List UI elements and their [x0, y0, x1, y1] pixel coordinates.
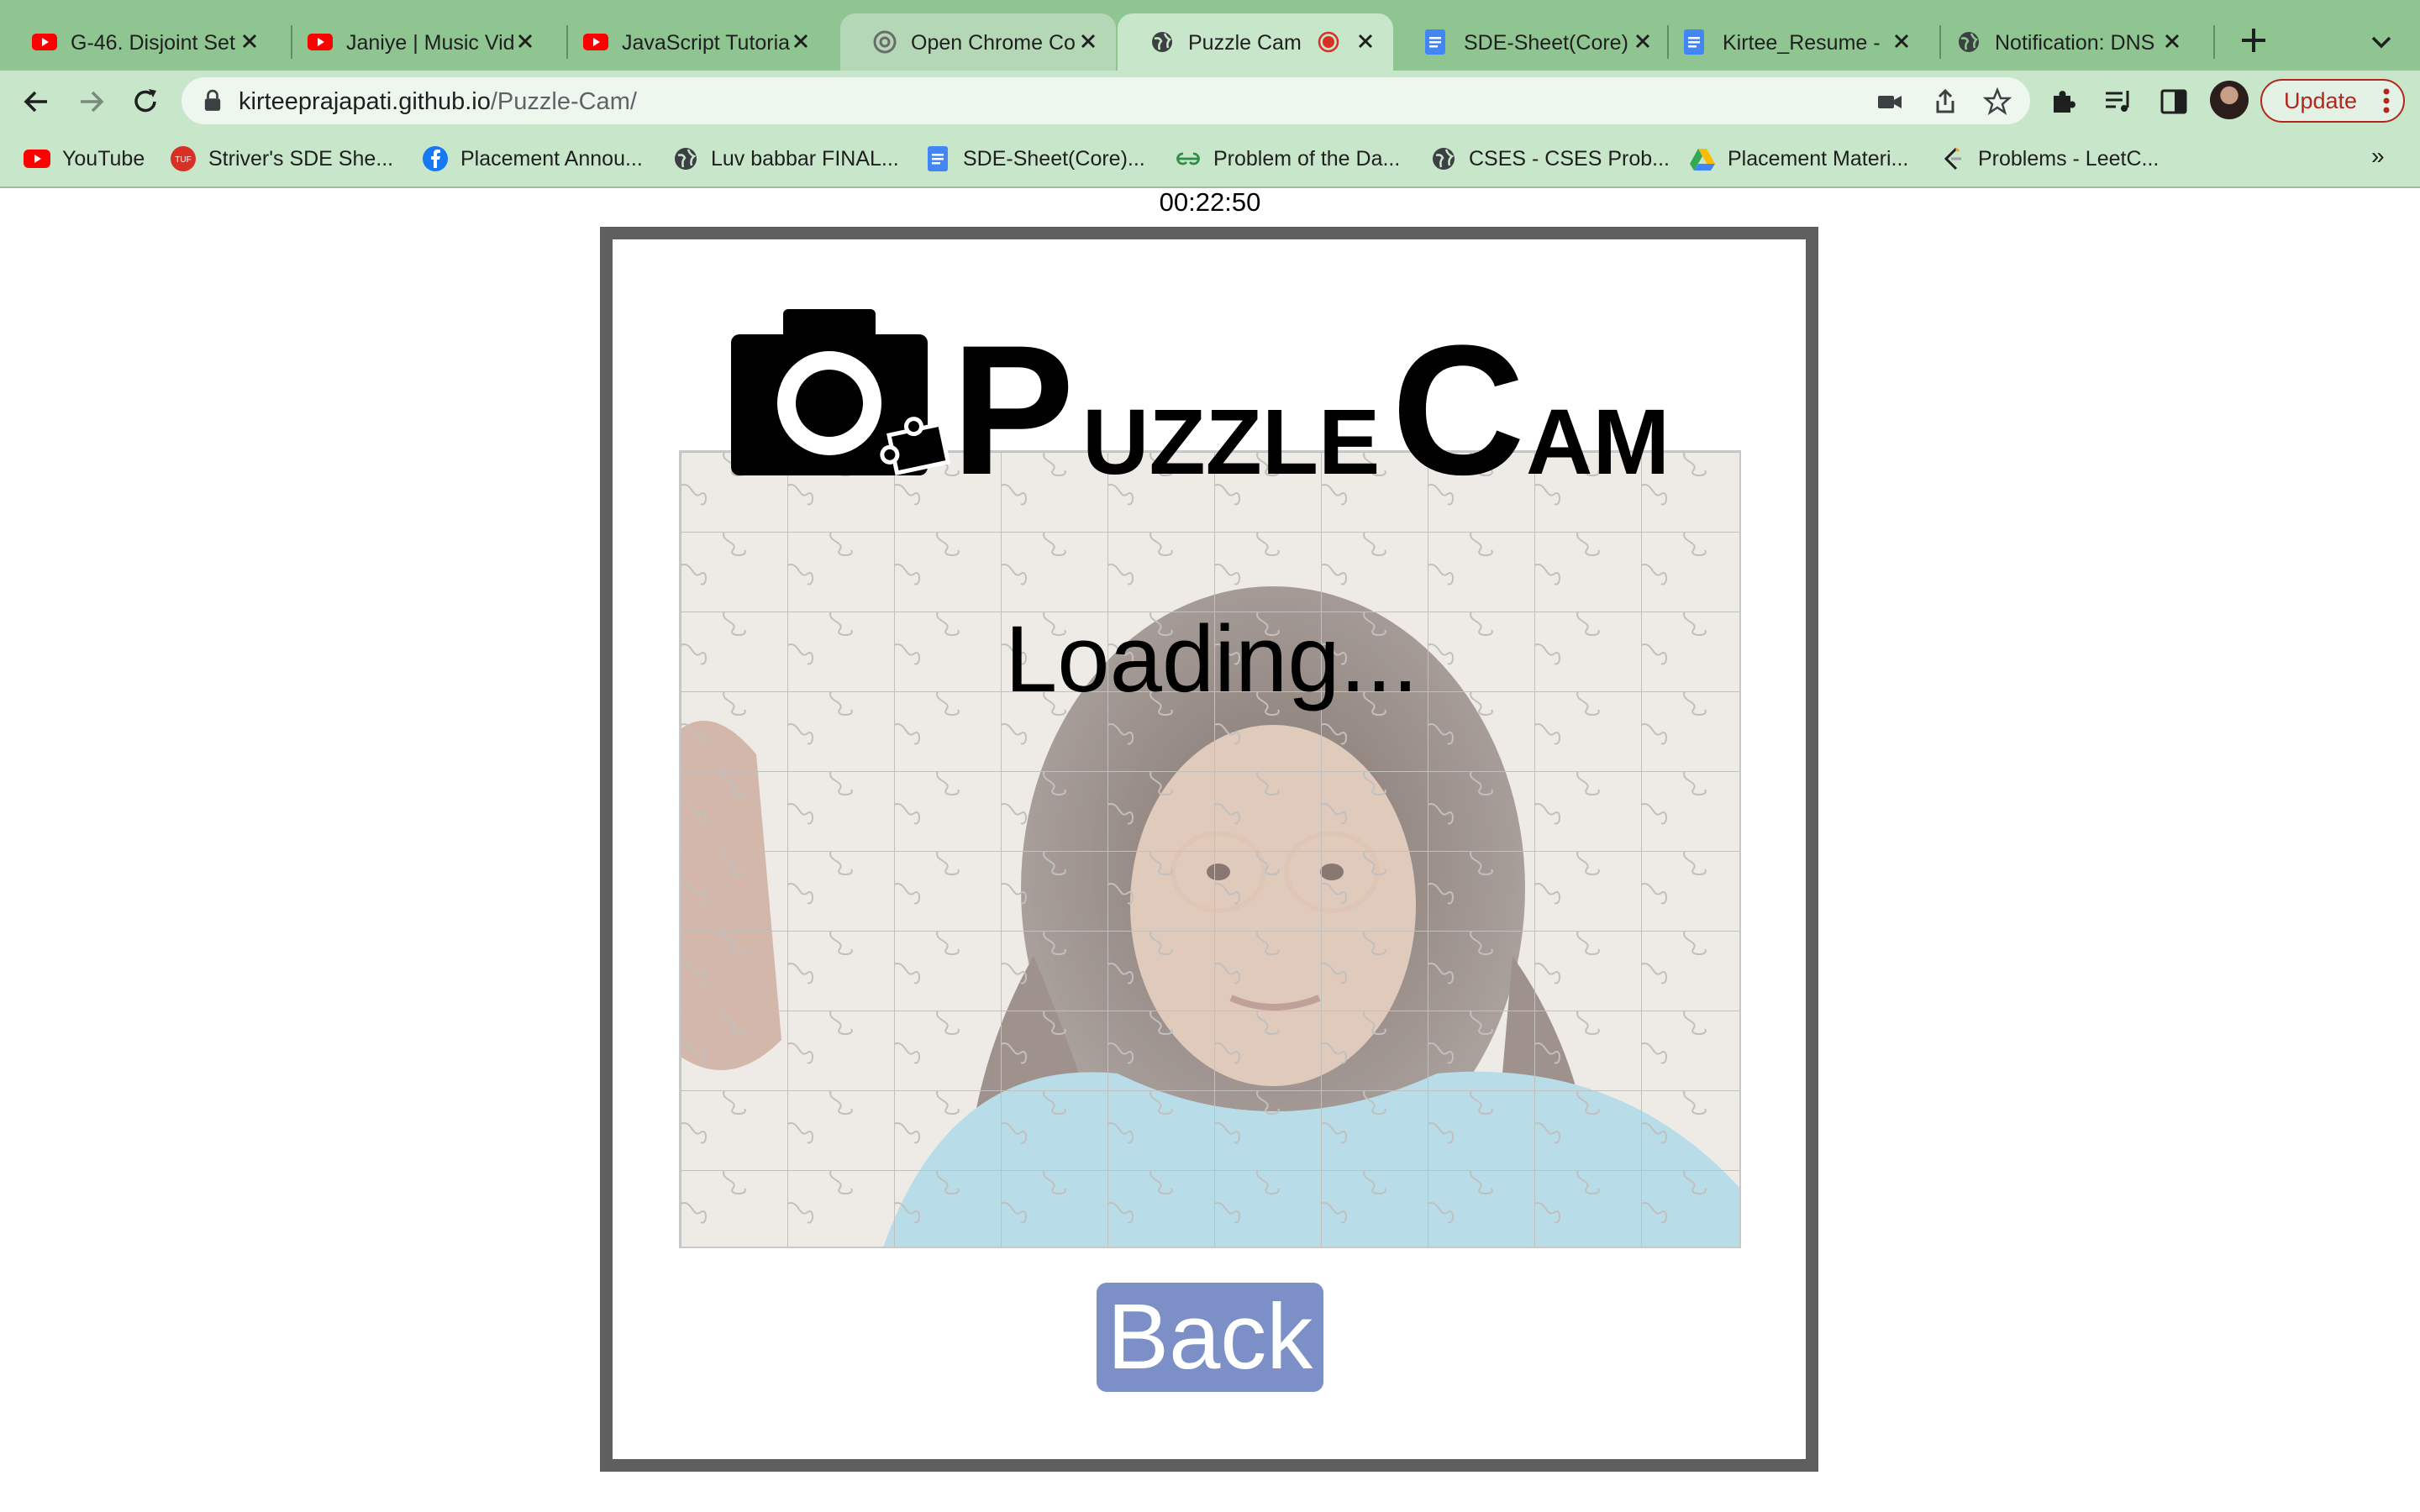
tab-disjoint-set[interactable]: G-46. Disjoint Set [0, 13, 277, 71]
puzzlecam-logo: P UZZLE C AM [731, 307, 1689, 513]
youtube-icon [308, 34, 333, 50]
globe-icon [1433, 148, 1455, 170]
update-label: Update [2284, 88, 2358, 113]
logo-text-uzzle: UZZLE [1082, 391, 1380, 494]
tab-javascript-tutorial[interactable]: JavaScript Tutoria [551, 13, 829, 71]
close-icon[interactable] [1353, 29, 1378, 54]
globe-icon [1959, 32, 1979, 52]
tab-title: Puzzle Cam [1188, 31, 1302, 55]
close-icon[interactable] [237, 29, 262, 54]
recording-icon [1318, 31, 1339, 53]
tab-janiye[interactable]: Janiye | Music Vid [276, 13, 553, 71]
docs-icon [1684, 29, 1704, 55]
extensions-icon[interactable] [2047, 86, 2079, 118]
tab-sde-sheet[interactable]: SDE-Sheet(Core) [1393, 13, 1670, 71]
side-panel-icon[interactable] [2158, 86, 2190, 118]
close-icon[interactable] [513, 29, 538, 54]
openai-icon [873, 30, 897, 54]
svg-text:TUF: TUF [175, 155, 191, 165]
youtube-icon [583, 34, 608, 50]
bookmarks-bar: YouTube TUF Striver's SDE She... Placeme… [0, 131, 2420, 188]
bookmark-luv-babbar[interactable]: Luv babbar FINAL... [672, 143, 899, 175]
star-icon[interactable] [1983, 87, 2012, 116]
puzzle-image [681, 452, 1739, 1247]
close-icon[interactable] [788, 29, 813, 54]
bookmark-placement-announcements[interactable]: Placement Annou... [422, 143, 643, 175]
camera-logo-icon: P UZZLE C AM [731, 307, 1670, 513]
profile-avatar[interactable] [2210, 81, 2249, 119]
back-button[interactable]: Back [1097, 1283, 1323, 1392]
share-icon[interactable] [1931, 87, 1960, 116]
address-bar[interactable]: kirteeprajapati.github.io/Puzzle-Cam/ [182, 77, 2030, 124]
bookmark-placement-material[interactable]: Placement Materi... [1689, 143, 1908, 175]
tab-title: Kirtee_Resume - [1723, 31, 1881, 55]
tab-title: Notification: DNS [1995, 31, 2155, 55]
bookmark-label: Placement Materi... [1728, 146, 1909, 171]
bookmark-label: CSES - CSES Prob... [1469, 146, 1670, 171]
forward-arrow-icon[interactable] [74, 84, 109, 119]
more-vert-icon[interactable] [2383, 88, 2390, 113]
logo-text-am: AM [1526, 391, 1670, 494]
chevron-down-icon[interactable] [2368, 29, 2395, 55]
bookmark-cses[interactable]: CSES - CSES Prob... [1430, 143, 1670, 175]
bookmark-youtube[interactable]: YouTube [24, 143, 145, 175]
bookmark-label: Striver's SDE She... [208, 146, 394, 171]
tab-title: SDE-Sheet(Core) [1464, 31, 1628, 55]
lock-icon[interactable] [203, 89, 222, 113]
bookmark-label: Problems - LeetC... [1978, 146, 2160, 171]
bookmark-label: Placement Annou... [460, 146, 643, 171]
tab-strip: G-46. Disjoint Set Janiye | Music Vid Ja… [0, 0, 2420, 71]
globe-icon [1152, 32, 1172, 52]
tab-title: G-46. Disjoint Set [71, 31, 235, 55]
tab-separator [2213, 25, 2215, 59]
youtube-icon [32, 34, 57, 50]
docs-icon [928, 146, 948, 171]
tab-open-chrome[interactable]: Open Chrome Co [840, 13, 1116, 71]
tab-title: Open Chrome Co [911, 31, 1076, 55]
bookmark-problem-of-the-day[interactable]: Problem of the Da... [1175, 143, 1400, 175]
back-arrow-icon[interactable] [18, 84, 54, 119]
url-text[interactable]: kirteeprajapati.github.io/Puzzle-Cam/ [239, 88, 637, 115]
bookmark-label: SDE-Sheet(Core)... [963, 146, 1145, 171]
bookmarks-overflow-button[interactable]: » [2371, 143, 2385, 170]
bookmark-label: Luv babbar FINAL... [711, 146, 899, 171]
game-timer: 00:22:50 [1159, 187, 1261, 217]
url-host: kirteeprajapati.github.io [239, 88, 491, 115]
tab-puzzle-cam[interactable]: Puzzle Cam [1118, 13, 1393, 71]
bookmark-strivers-sde[interactable]: TUF Striver's SDE She... [170, 143, 393, 175]
tuf-icon: TUF [171, 146, 196, 171]
globe-icon [675, 148, 697, 170]
gfg-icon [1176, 152, 1200, 165]
close-icon[interactable] [1889, 29, 1914, 54]
media-control-icon[interactable] [2102, 86, 2134, 118]
reload-icon[interactable] [128, 84, 163, 119]
facebook-icon [423, 146, 448, 171]
loading-text: Loading... [1005, 606, 1418, 711]
youtube-icon [24, 150, 50, 168]
bookmark-label: Problem of the Da... [1213, 146, 1401, 171]
camera-in-use-icon[interactable] [1876, 87, 1904, 116]
puzzle-webcam-canvas[interactable] [679, 450, 1741, 1248]
drive-icon [1690, 149, 1715, 171]
docs-icon [1425, 29, 1445, 55]
tab-title: JavaScript Tutoria [622, 31, 790, 55]
browser-toolbar: kirteeprajapati.github.io/Puzzle-Cam/ Up… [0, 71, 2420, 131]
bookmark-leetcode[interactable]: Problems - LeetC... [1939, 143, 2159, 175]
tab-kirtee-resume[interactable]: Kirtee_Resume - [1652, 13, 1929, 71]
leetcode-icon [1944, 147, 1961, 171]
logo-text-p: P [951, 309, 1075, 499]
bookmark-label: YouTube [62, 146, 145, 171]
bookmark-sde-sheet[interactable]: SDE-Sheet(Core)... [924, 143, 1145, 175]
close-icon[interactable] [1076, 29, 1101, 54]
new-tab-icon[interactable] [2237, 24, 2270, 57]
update-button[interactable]: Update [2260, 79, 2405, 123]
logo-text-c: C [1392, 309, 1525, 499]
tab-title: Janiye | Music Vid [346, 31, 514, 55]
url-path: /Puzzle-Cam/ [490, 88, 637, 115]
tab-notification-dns[interactable]: Notification: DNS [1924, 13, 2200, 71]
close-icon[interactable] [2160, 29, 2185, 54]
